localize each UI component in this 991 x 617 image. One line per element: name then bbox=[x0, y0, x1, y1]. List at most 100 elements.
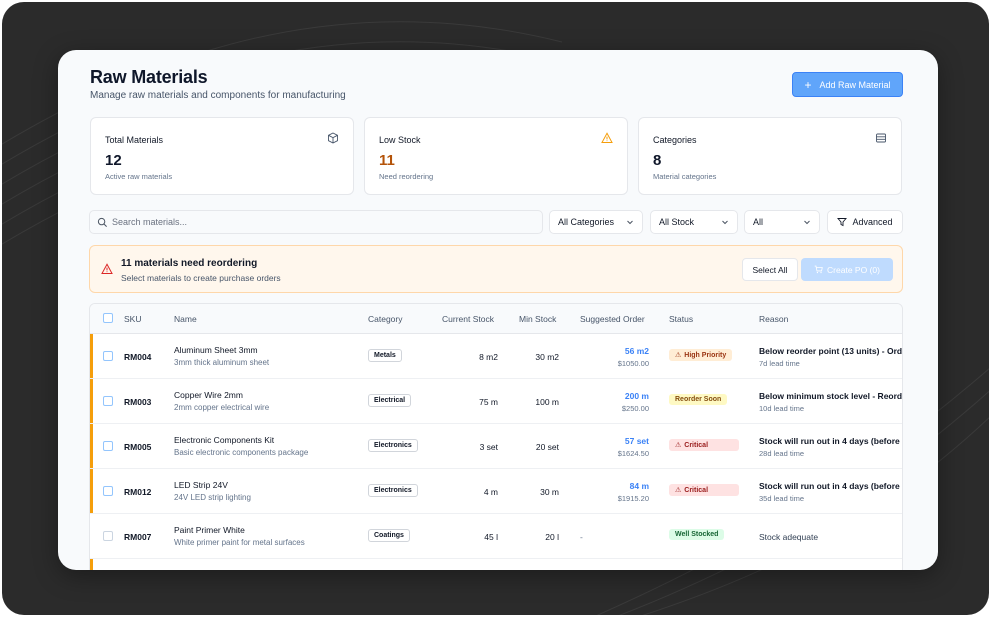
box-icon bbox=[328, 132, 338, 144]
stat-card-categories: Categories 8 Material categories bbox=[638, 117, 902, 195]
column-header-status[interactable]: Status bbox=[669, 314, 693, 324]
table-row[interactable]: RM003 Copper Wire 2mm 2mm copper electri… bbox=[90, 379, 902, 424]
column-header-current-stock[interactable]: Current Stock bbox=[442, 314, 494, 324]
select-all-button[interactable]: Select All bbox=[742, 258, 798, 281]
column-header-category[interactable]: Category bbox=[368, 314, 403, 324]
stock-select-value: All Stock bbox=[659, 217, 695, 227]
row-checkbox[interactable] bbox=[103, 486, 113, 496]
lead-time: 7d lead time bbox=[759, 359, 800, 368]
column-header-suggested-order[interactable]: Suggested Order bbox=[580, 314, 645, 324]
stat-value: 11 bbox=[379, 152, 395, 169]
category-badge: Electronics bbox=[368, 484, 418, 497]
suggested-cost: $1050.00 bbox=[617, 359, 649, 368]
material-name: Electronic Components Kit bbox=[174, 435, 275, 445]
min-stock-cell: 30 m bbox=[540, 487, 559, 497]
search-input[interactable] bbox=[112, 211, 532, 233]
alert-title: 11 materials need reordering bbox=[121, 258, 258, 269]
main-panel: Raw Materials Manage raw materials and c… bbox=[58, 50, 938, 570]
stat-card-total-materials: Total Materials 12 Active raw materials bbox=[90, 117, 354, 195]
advanced-filter-label: Advanced bbox=[852, 217, 893, 227]
chevron-down-icon bbox=[627, 220, 633, 225]
table-row[interactable]: RM007 Paint Primer White White primer pa… bbox=[90, 514, 902, 559]
sku-cell: RM003 bbox=[124, 397, 152, 407]
row-checkbox[interactable] bbox=[103, 351, 113, 361]
table-row[interactable]: RM005 Electronic Components Kit Basic el… bbox=[90, 424, 902, 469]
advanced-filter-button[interactable]: Advanced bbox=[827, 210, 903, 234]
material-name: LED Strip 24V bbox=[174, 480, 228, 490]
stat-label: Categories bbox=[653, 135, 697, 145]
material-description: 3mm thick aluminum sheet bbox=[174, 358, 270, 367]
suggested-quantity: 200 m bbox=[624, 391, 649, 401]
reason-text: Below reorder point (13 units) - Ord bbox=[759, 346, 903, 356]
suggested-quantity: 84 m bbox=[629, 481, 649, 491]
stat-subtext: Need reordering bbox=[379, 172, 434, 181]
page-title: Raw Materials bbox=[90, 67, 208, 87]
lead-time: 28d lead time bbox=[759, 449, 805, 458]
filter-icon bbox=[837, 218, 848, 227]
stat-label: Total Materials bbox=[105, 135, 164, 145]
stat-subtext: Active raw materials bbox=[105, 172, 173, 181]
material-description: Basic electronic components package bbox=[174, 448, 309, 457]
column-header-sku[interactable]: SKU bbox=[124, 314, 141, 324]
stat-label: Low Stock bbox=[379, 135, 421, 145]
status-badge: ⚠ High Priority bbox=[669, 349, 733, 361]
table-header: SKU Name Category Current Stock Min Stoc… bbox=[90, 304, 902, 334]
table-row[interactable]: RM012 LED Strip 24V 24V LED strip lighti… bbox=[90, 469, 902, 514]
status-badge: ⚠ Critical bbox=[669, 484, 739, 496]
alert-triangle-icon bbox=[101, 263, 113, 274]
alert-subtitle: Select materials to create purchase orde… bbox=[121, 273, 281, 283]
column-header-reason[interactable]: Reason bbox=[759, 314, 788, 324]
add-raw-material-label: Add Raw Material bbox=[819, 79, 891, 90]
category-select[interactable]: All Categories bbox=[549, 210, 643, 234]
current-stock-cell: 8 m2 bbox=[479, 352, 498, 362]
category-select-value: All Categories bbox=[558, 217, 615, 227]
stock-select[interactable]: All Stock bbox=[650, 210, 738, 234]
column-header-min-stock[interactable]: Min Stock bbox=[519, 314, 556, 324]
material-name: Copper Wire 2mm bbox=[174, 390, 243, 400]
suggested-quantity: - bbox=[580, 532, 583, 542]
status-label: Critical bbox=[684, 441, 709, 449]
suggested-quantity: 57 set bbox=[624, 436, 649, 446]
row-checkbox[interactable] bbox=[103, 441, 113, 451]
sku-cell: RM005 bbox=[124, 442, 152, 452]
add-raw-material-button[interactable]: + Add Raw Material bbox=[792, 72, 903, 97]
stat-value: 8 bbox=[653, 152, 662, 169]
row-checkbox[interactable] bbox=[103, 531, 113, 541]
warning-icon: ⚠ bbox=[675, 352, 682, 359]
chevron-down-icon bbox=[804, 220, 810, 225]
create-po-button[interactable]: Create PO (0) bbox=[801, 258, 893, 281]
stat-subtext: Material categories bbox=[653, 172, 717, 181]
sku-cell: RM004 bbox=[124, 352, 152, 362]
sku-cell: RM012 bbox=[124, 487, 152, 497]
reason-text: Stock will run out in 4 days (before bbox=[759, 436, 900, 446]
stat-value: 12 bbox=[105, 152, 122, 169]
table-row[interactable]: RM004 Aluminum Sheet 3mm 3mm thick alumi… bbox=[90, 334, 902, 379]
suggested-cost: $1624.50 bbox=[617, 449, 649, 458]
status-label: High Priority bbox=[684, 351, 727, 359]
min-stock-cell: 30 m2 bbox=[535, 352, 559, 362]
row-checkbox[interactable] bbox=[103, 396, 113, 406]
min-stock-cell: 100 m bbox=[535, 397, 559, 407]
select-all-checkbox[interactable] bbox=[103, 313, 113, 323]
page-subtitle: Manage raw materials and components for … bbox=[90, 90, 346, 101]
materials-table: SKU Name Category Current Stock Min Stoc… bbox=[89, 303, 903, 570]
status-label: Reorder Soon bbox=[675, 396, 722, 403]
chevron-down-icon bbox=[722, 220, 728, 225]
reorder-alert: 11 materials need reordering Select mate… bbox=[89, 245, 903, 293]
min-stock-cell: 20 set bbox=[535, 442, 559, 452]
status-label: Critical bbox=[684, 486, 709, 494]
status-badge: Reorder Soon bbox=[669, 394, 728, 405]
stat-card-low-stock: Low Stock 11 Need reordering bbox=[364, 117, 628, 195]
material-name: Aluminum Sheet 3mm bbox=[174, 345, 258, 355]
column-header-name[interactable]: Name bbox=[174, 314, 197, 324]
reason-text: Below minimum stock level - Reord bbox=[759, 391, 903, 401]
status-select[interactable]: All bbox=[744, 210, 820, 234]
status-badge: Well Stocked bbox=[669, 529, 725, 540]
database-icon bbox=[876, 133, 886, 143]
status-select-value: All bbox=[753, 217, 764, 227]
warning-icon: ⚠ bbox=[675, 442, 682, 449]
search-box bbox=[89, 210, 543, 234]
suggested-cost: $250.00 bbox=[621, 404, 649, 413]
min-stock-cell: 20 l bbox=[545, 532, 559, 542]
table-row[interactable] bbox=[90, 559, 902, 570]
